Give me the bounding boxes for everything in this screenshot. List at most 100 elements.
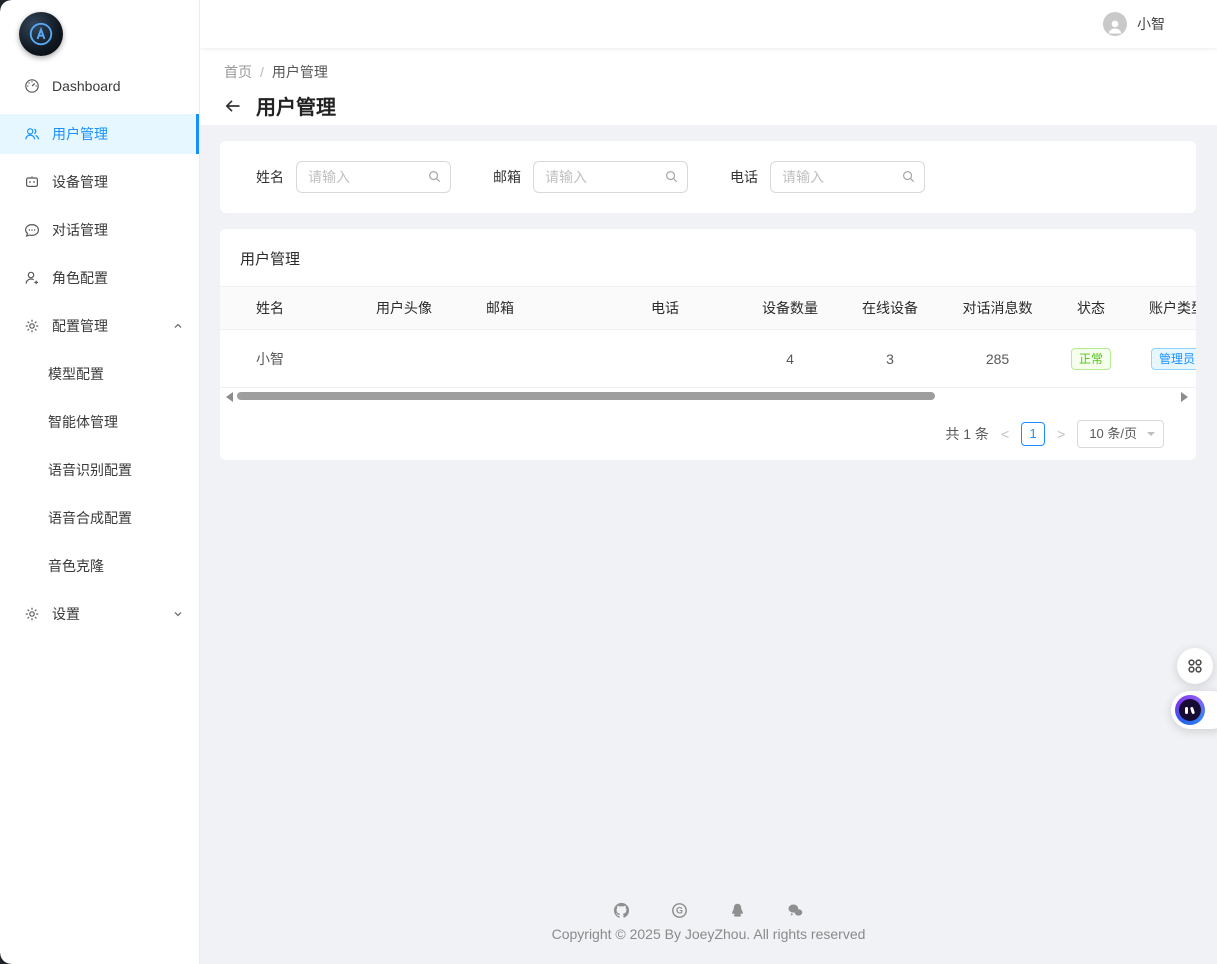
- chevron-down-icon: [173, 609, 183, 619]
- cell-status: 正常: [1055, 348, 1127, 370]
- page-number-1[interactable]: 1: [1021, 422, 1045, 446]
- sidebar-item-label: 设置: [52, 604, 80, 624]
- prev-page-button[interactable]: <: [999, 426, 1011, 442]
- logo-a-icon: [26, 19, 56, 49]
- copyright-text: Copyright © 2025 By JoeyZhou. All rights…: [200, 926, 1217, 942]
- assistant-robot-button[interactable]: [1171, 691, 1217, 729]
- cell-account-type: 管理员: [1127, 348, 1196, 370]
- scrollbar-thumb[interactable]: [237, 392, 935, 400]
- robot-icon: [1175, 695, 1205, 725]
- sidebar-subitem-model-config[interactable]: 模型配置: [0, 354, 199, 394]
- table-row: 小智 4 3 285 正常 管理员: [220, 330, 1196, 388]
- gear-icon: [24, 318, 40, 334]
- next-page-button[interactable]: >: [1055, 426, 1067, 442]
- chevron-up-icon: [173, 321, 183, 331]
- qq-icon[interactable]: [729, 902, 746, 919]
- sidebar-item-label: 对话管理: [52, 220, 108, 240]
- sidebar-menu: Dashboard 用户管理 设备管理 对话管理 角色配置: [0, 66, 199, 634]
- username-label[interactable]: 小智: [1137, 14, 1165, 34]
- page-size-value: 10 条/页: [1089, 426, 1137, 441]
- column-header: 在线设备: [840, 298, 940, 318]
- cell-online-devices: 3: [840, 351, 940, 367]
- gitee-icon[interactable]: G: [671, 902, 688, 919]
- gear-icon: [24, 606, 40, 622]
- sidebar-subitem-voice-clone[interactable]: 音色克隆: [0, 546, 199, 586]
- cell-device-count: 4: [740, 351, 840, 367]
- sidebar-item-config-management[interactable]: 配置管理: [0, 306, 199, 346]
- column-header: 对话消息数: [940, 298, 1055, 318]
- filter-email-group: 邮箱: [493, 161, 688, 193]
- sidebar-item-role-config[interactable]: 角色配置: [0, 258, 199, 298]
- sidebar-item-chat-management[interactable]: 对话管理: [0, 210, 199, 250]
- column-header: 邮箱: [478, 298, 643, 318]
- account-type-badge: 管理员: [1151, 348, 1196, 370]
- quick-panel-button[interactable]: [1177, 648, 1213, 684]
- team-icon: [24, 126, 40, 142]
- sidebar-item-label: 模型配置: [48, 364, 104, 384]
- column-header: 状态: [1055, 298, 1127, 318]
- github-icon[interactable]: [613, 902, 630, 919]
- pagination-total: 共 1 条: [945, 424, 989, 444]
- content-area: 姓名 邮箱 电话: [200, 125, 1217, 964]
- filter-phone-label: 电话: [730, 167, 758, 187]
- sidebar-item-label: 语音识别配置: [48, 460, 132, 480]
- page-size-select[interactable]: 10 条/页: [1077, 420, 1164, 448]
- horizontal-scrollbar[interactable]: [220, 389, 1196, 403]
- page-title: 用户管理: [256, 91, 336, 120]
- scroll-left-arrow[interactable]: [226, 392, 233, 402]
- sidebar-item-label: 音色克隆: [48, 556, 104, 576]
- grid-icon: [1185, 656, 1205, 676]
- sidebar-item-label: 设备管理: [52, 172, 108, 192]
- sidebar-subitem-tts-config[interactable]: 语音合成配置: [0, 498, 199, 538]
- column-header: 电话: [643, 298, 740, 318]
- wechat-icon[interactable]: [787, 902, 804, 919]
- scroll-right-arrow[interactable]: [1181, 392, 1188, 402]
- column-header: 姓名: [220, 298, 330, 318]
- sidebar-item-label: 角色配置: [52, 268, 108, 288]
- page-header: 首页 / 用户管理 用户管理: [200, 48, 1217, 125]
- cell-name: 小智: [220, 349, 330, 369]
- sidebar-subitem-agent-management[interactable]: 智能体管理: [0, 402, 199, 442]
- column-header: 用户头像: [330, 298, 478, 318]
- sidebar-item-label: 智能体管理: [48, 412, 118, 432]
- back-arrow-icon[interactable]: [224, 97, 242, 115]
- user-add-icon: [24, 270, 40, 286]
- table-header-row: 姓名 用户头像 邮箱 电话 设备数量 在线设备 对话消息数 状态 账户类型: [220, 286, 1196, 330]
- breadcrumb: 首页 / 用户管理: [224, 62, 1217, 82]
- search-icon: [427, 169, 442, 184]
- sidebar-item-label: Dashboard: [52, 78, 121, 94]
- breadcrumb-current: 用户管理: [272, 62, 328, 82]
- search-icon: [901, 169, 916, 184]
- search-icon: [664, 169, 679, 184]
- status-badge: 正常: [1071, 348, 1111, 370]
- sidebar-item-device-management[interactable]: 设备管理: [0, 162, 199, 202]
- svg-text:G: G: [676, 906, 683, 916]
- sidebar-item-dashboard[interactable]: Dashboard: [0, 66, 199, 106]
- filter-name-group: 姓名: [256, 161, 451, 193]
- sidebar-item-label: 语音合成配置: [48, 508, 132, 528]
- pagination: 共 1 条 < 1 > 10 条/页: [220, 420, 1196, 448]
- sidebar-item-user-management[interactable]: 用户管理: [0, 114, 199, 154]
- table-card-title: 用户管理: [220, 229, 1196, 286]
- breadcrumb-home[interactable]: 首页: [224, 62, 252, 82]
- filter-name-label: 姓名: [256, 167, 284, 187]
- filter-email-label: 邮箱: [493, 167, 521, 187]
- cell-message-count: 285: [940, 351, 1055, 367]
- app-logo[interactable]: [19, 12, 63, 56]
- sidebar-item-label: 配置管理: [52, 316, 108, 336]
- sidebar-item-label: 用户管理: [52, 124, 108, 144]
- column-header: 账户类型: [1127, 298, 1196, 318]
- sidebar-subitem-asr-config[interactable]: 语音识别配置: [0, 450, 199, 490]
- chat-bubble-icon: [24, 222, 40, 238]
- device-icon: [24, 174, 40, 190]
- user-table: 姓名 用户头像 邮箱 电话 设备数量 在线设备 对话消息数 状态 账户类型 小智…: [220, 286, 1196, 388]
- breadcrumb-separator: /: [260, 64, 264, 80]
- user-avatar[interactable]: [1103, 12, 1127, 36]
- sidebar: Dashboard 用户管理 设备管理 对话管理 角色配置: [0, 0, 200, 964]
- topbar: 小智: [200, 0, 1217, 48]
- sidebar-item-settings[interactable]: 设置: [0, 594, 199, 634]
- filter-phone-group: 电话: [730, 161, 925, 193]
- dashboard-icon: [24, 78, 40, 94]
- footer: G Copyright © 2025 By JoeyZhou. All righ…: [200, 902, 1217, 942]
- user-table-card: 用户管理 姓名 用户头像 邮箱 电话 设备数量 在线设备 对话消息数 状态 账户…: [220, 229, 1196, 460]
